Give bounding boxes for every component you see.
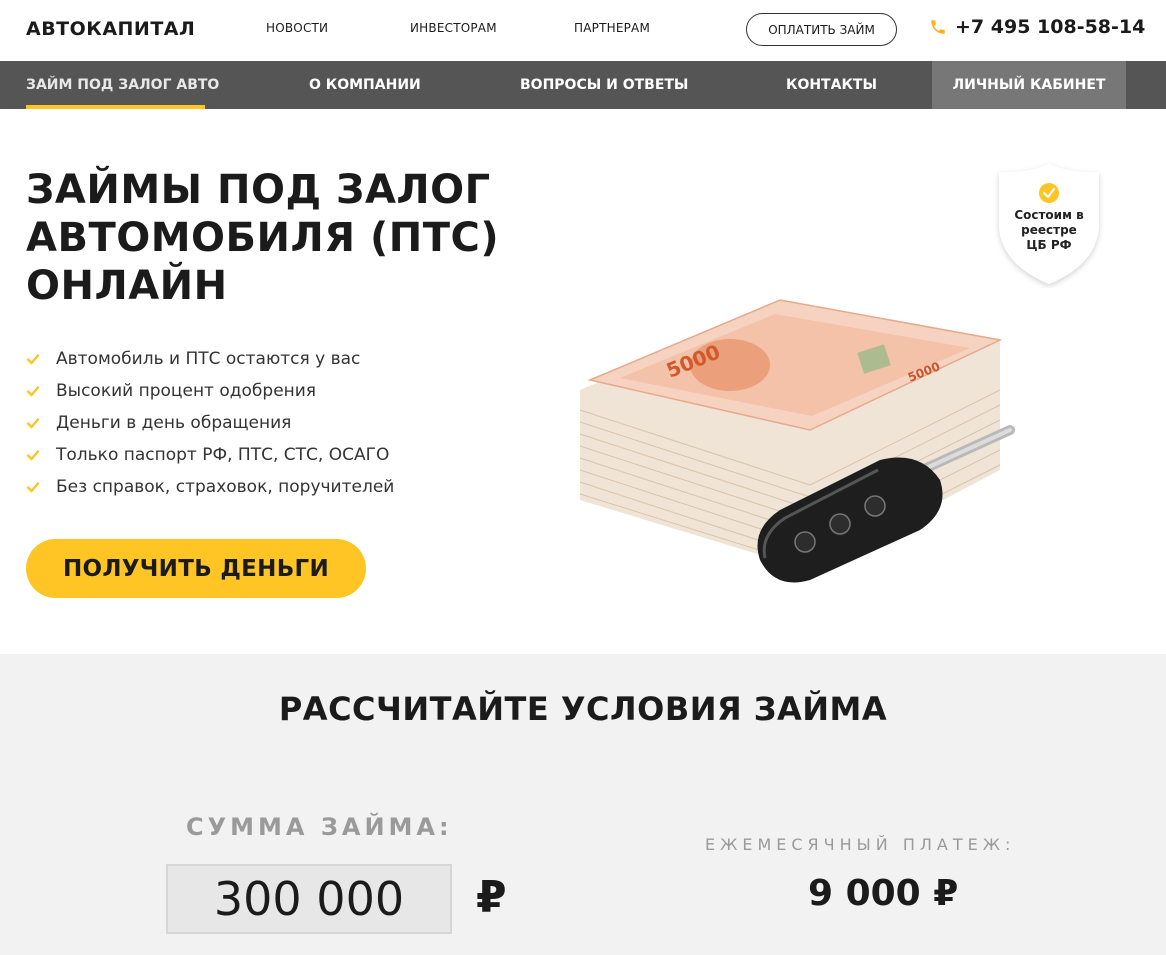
- nav-item-car-loan[interactable]: ЗАЙМ ПОД ЗАЛОГ АВТО: [26, 61, 219, 109]
- hero-title-line: ОНЛАЙН: [26, 263, 228, 309]
- badge-line: реестре: [1021, 223, 1077, 237]
- pay-loan-button[interactable]: ОПЛАТИТЬ ЗАЙМ: [746, 13, 897, 46]
- phone-contact[interactable]: +7 495 108-58-14: [929, 16, 1145, 38]
- benefits-list: Автомобиль и ПТС остаются у вас Высокий …: [26, 343, 394, 503]
- loan-sum-label: СУММА ЗАЙМА:: [186, 813, 453, 841]
- registry-badge-text: Состоим в реестре ЦБ РФ: [1000, 208, 1098, 253]
- badge-line: Состоим в: [1014, 208, 1084, 222]
- calculator-title: РАССЧИТАЙТЕ УСЛОВИЯ ЗАЙМА: [278, 690, 888, 728]
- benefit-text: Без справок, страховок, поручителей: [56, 477, 395, 497]
- check-icon: [26, 482, 40, 493]
- nav-item-faq[interactable]: ВОПРОСЫ И ОТВЕТЫ: [520, 61, 688, 109]
- list-item: Без справок, страховок, поручителей: [26, 471, 394, 503]
- loan-sum-input[interactable]: 300 000: [166, 864, 452, 934]
- site-logo[interactable]: АВТОКАПИТАЛ: [26, 18, 195, 40]
- check-icon: [26, 386, 40, 397]
- nav-active-indicator: [26, 105, 205, 109]
- phone-icon: [931, 20, 945, 34]
- nav-item-cabinet[interactable]: ЛИЧНЫЙ КАБИНЕТ: [932, 61, 1126, 109]
- hero-title: ЗАЙМЫ ПОД ЗАЛОГ АВТОМОБИЛЯ (ПТС) ОНЛАЙН: [26, 166, 506, 310]
- toplink-investors[interactable]: ИНВЕСТОРАМ: [410, 21, 497, 35]
- check-icon: [26, 450, 40, 461]
- check-icon: [26, 418, 40, 429]
- nav-item-contacts[interactable]: КОНТАКТЫ: [786, 61, 877, 109]
- phone-number[interactable]: +7 495 108-58-14: [955, 16, 1145, 38]
- list-item: Высокий процент одобрения: [26, 375, 394, 407]
- currency-sign: ₽: [476, 872, 507, 923]
- toplink-news[interactable]: НОВОСТИ: [266, 21, 328, 35]
- monthly-payment-value: 9 000 ₽: [808, 873, 959, 914]
- benefit-text: Автомобиль и ПТС остаются у вас: [56, 349, 361, 369]
- benefit-text: Высокий процент одобрения: [56, 381, 317, 401]
- benefit-text: Деньги в день обращения: [56, 413, 292, 433]
- list-item: Только паспорт РФ, ПТС, СТС, ОСАГО: [26, 439, 394, 471]
- badge-line: ЦБ РФ: [1026, 238, 1072, 252]
- check-icon: [26, 354, 40, 365]
- list-item: Деньги в день обращения: [26, 407, 394, 439]
- hero-title-line: АВТОМОБИЛЯ (ПТС): [26, 215, 500, 261]
- list-item: Автомобиль и ПТС остаются у вас: [26, 343, 394, 375]
- benefit-text: Только паспорт РФ, ПТС, СТС, ОСАГО: [56, 445, 390, 465]
- toplink-partners[interactable]: ПАРТНЕРАМ: [574, 21, 650, 35]
- get-money-button[interactable]: ПОЛУЧИТЬ ДЕНЬГИ: [26, 539, 366, 598]
- top-bar: АВТОКАПИТАЛ НОВОСТИ ИНВЕСТОРАМ ПАРТНЕРАМ…: [0, 0, 1166, 61]
- nav-item-about[interactable]: О КОМПАНИИ: [309, 61, 421, 109]
- money-and-key-image: 5000 5000: [579, 299, 1015, 583]
- monthly-payment-label: ЕЖЕМЕСЯЧНЫЙ ПЛАТЕЖ:: [705, 835, 1016, 854]
- hero-title-line: ЗАЙМЫ ПОД ЗАЛОГ: [26, 167, 491, 213]
